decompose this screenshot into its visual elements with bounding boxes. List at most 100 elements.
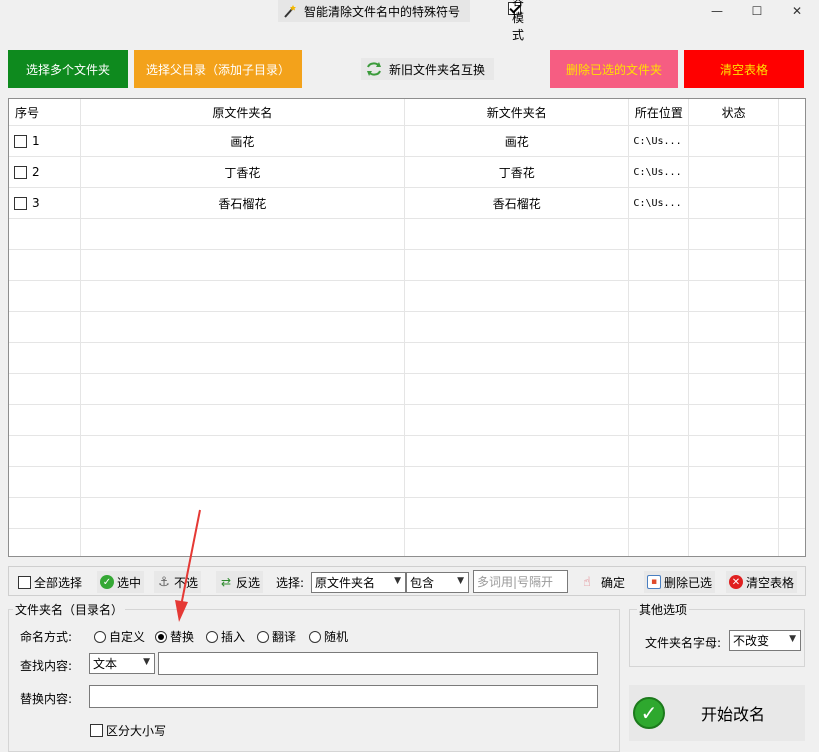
select-all-checkbox[interactable] (18, 575, 31, 589)
row-index-cell: 1 (9, 126, 81, 156)
invert-button[interactable]: ⇄ 反选 (216, 571, 264, 593)
green-check-icon: ✓ (633, 697, 665, 729)
letter-case-select[interactable]: 不改变 ▼ (729, 630, 801, 651)
radio-insert[interactable] (206, 630, 218, 643)
replace-input[interactable] (89, 685, 598, 708)
keyword-placeholder: 多词用|号隔开 (477, 575, 554, 589)
filler-cell (779, 188, 805, 218)
table-header: 序号 原文件夹名 新文件夹名 所在位置 状态 (9, 99, 805, 125)
table-row[interactable]: 3 香石榴花 香石榴花 C:\Us... (9, 187, 805, 218)
naming-option-random[interactable]: 随机 (309, 628, 348, 645)
empty-row (9, 435, 805, 466)
other-group-title: 其他选项 (637, 601, 690, 618)
compat-label: 兼容模式 (512, 0, 525, 42)
row-index-cell: 3 (9, 188, 81, 218)
window-title: 智能清除文件名中的特殊符号 (304, 4, 461, 19)
empty-row (9, 249, 805, 280)
case-sensitive-toggle[interactable]: 区分大小写 (90, 722, 166, 739)
delete-selected-folders-button[interactable]: 删除已选的文件夹 (550, 50, 678, 88)
find-type-select[interactable]: 文本 ▼ (89, 653, 155, 674)
clear-table-button[interactable]: 清空表格 (684, 50, 804, 88)
row-checkbox[interactable] (14, 134, 27, 148)
find-input[interactable] (158, 652, 598, 675)
radio-translate[interactable] (257, 630, 269, 643)
pointing-hand-icon: ☝ (583, 574, 591, 590)
field-select-value: 原文件夹名 (315, 576, 376, 590)
field-select[interactable]: 原文件夹名 ▼ (311, 572, 406, 593)
naming-option-replace[interactable]: 替换 (155, 628, 194, 645)
table-row[interactable]: 2 丁香花 丁香花 C:\Us... (9, 156, 805, 187)
clear-table-label: 清空表格 (746, 575, 795, 590)
radio-custom[interactable] (94, 630, 106, 643)
column-header-status[interactable]: 状态 (689, 99, 780, 125)
naming-option-insert[interactable]: 插入 (206, 628, 245, 645)
original-name-cell: 香石榴花 (81, 188, 405, 218)
naming-option-label: 替换 (170, 630, 195, 644)
row-index-cell: 2 (9, 157, 81, 187)
column-header-index[interactable]: 序号 (9, 99, 81, 125)
anchor-icon: ⚓ (158, 574, 170, 590)
naming-option-custom[interactable]: 自定义 (94, 628, 145, 645)
chevron-down-icon: ▼ (457, 576, 464, 586)
confirm-label: 确定 (601, 575, 626, 590)
check-label: 选中 (117, 575, 142, 590)
empty-row (9, 404, 805, 435)
new-name-cell: 画花 (405, 126, 630, 156)
naming-option-label: 自定义 (109, 630, 146, 644)
folder-group-title: 文件夹名（目录名） (13, 601, 126, 618)
match-select[interactable]: 包含 ▼ (406, 572, 469, 593)
chevron-down-icon: ▼ (143, 657, 150, 667)
window-title-area: 智能清除文件名中的特殊符号 (278, 0, 470, 22)
column-header-original[interactable]: 原文件夹名 (80, 99, 405, 125)
naming-option-label: 翻译 (272, 630, 297, 644)
status-cell (689, 188, 780, 218)
row-index: 3 (32, 196, 40, 210)
confirm-button[interactable]: ☝ 确定 (577, 571, 628, 593)
naming-option-label: 插入 (221, 630, 246, 644)
original-name-cell: 画花 (81, 126, 405, 156)
radio-random[interactable] (309, 630, 321, 643)
swap-icon (367, 62, 381, 76)
empty-row (9, 342, 805, 373)
clear-table-small-button[interactable]: ✕ 清空表格 (726, 571, 798, 593)
table-row[interactable]: 1 画花 画花 C:\Us... (9, 125, 805, 156)
letter-case-value: 不改变 (733, 634, 770, 648)
start-rename-label: 开始改名 (701, 705, 766, 724)
chevron-down-icon: ▼ (394, 576, 401, 586)
check-button[interactable]: ✓ 选中 (97, 571, 145, 593)
letter-case-label: 文件夹名字母: (645, 636, 722, 650)
uncheck-button[interactable]: ⚓ 不选 (154, 571, 202, 593)
magic-wand-icon (284, 5, 296, 18)
case-sensitive-checkbox[interactable] (90, 724, 103, 737)
empty-row (9, 280, 805, 311)
compat-mode-toggle[interactable]: 兼容模式 (508, 0, 524, 42)
swap-names-label: 新旧文件夹名互换 (389, 62, 486, 77)
maximize-button[interactable]: ☐ (737, 0, 777, 22)
radio-replace[interactable] (155, 630, 167, 643)
filler-cell (779, 157, 805, 187)
case-sensitive-label: 区分大小写 (106, 724, 167, 738)
row-checkbox[interactable] (14, 196, 27, 210)
keyword-input[interactable]: 多词用|号隔开 (473, 570, 568, 593)
new-name-cell: 香石榴花 (405, 188, 630, 218)
row-index: 1 (32, 134, 40, 148)
empty-row (9, 311, 805, 342)
select-folders-button[interactable]: 选择多个文件夹 (8, 50, 128, 88)
select-parent-button[interactable]: 选择父目录（添加子目录） (134, 50, 302, 88)
original-name-cell: 丁香花 (81, 157, 405, 187)
delete-selected-button[interactable]: ▪ 删除已选 (644, 571, 716, 593)
selection-toolbar: 全部选择 ✓ 选中 ⚓ 不选 ⇄ 反选 选择: 原文件夹名 ▼ 包含 ▼ 多词用… (8, 566, 806, 596)
folder-table[interactable]: 序号 原文件夹名 新文件夹名 所在位置 状态 1 画花 画花 C:\Us... … (8, 98, 806, 557)
delete-selected-label: 删除已选 (664, 575, 713, 590)
naming-option-translate[interactable]: 翻译 (257, 628, 296, 645)
row-checkbox[interactable] (14, 165, 27, 179)
minimize-button[interactable]: — (697, 0, 737, 22)
select-all-toggle[interactable]: 全部选择 (15, 571, 85, 593)
swap-names-button[interactable]: 新旧文件夹名互换 (361, 58, 494, 80)
close-button[interactable]: ✕ (777, 0, 817, 22)
start-rename-button[interactable]: ✓ 开始改名 (629, 685, 805, 741)
empty-row (9, 373, 805, 404)
chevron-down-icon: ▼ (789, 634, 796, 644)
column-header-location[interactable]: 所在位置 (629, 99, 690, 125)
column-header-new[interactable]: 新文件夹名 (405, 99, 630, 125)
